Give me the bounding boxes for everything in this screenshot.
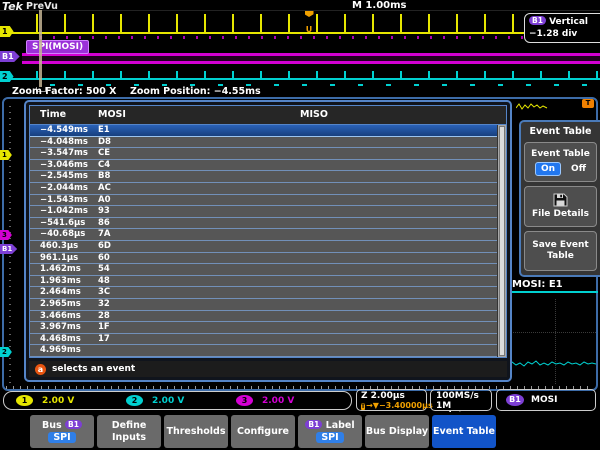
channel-readouts: 1 2.00 V 2 2.00 V 3 2.00 V — [3, 391, 352, 410]
event-row[interactable]: −541.6µs 86 — [30, 217, 498, 230]
event-row[interactable]: −3.046ms C4 — [30, 159, 498, 172]
graticule-vline — [555, 299, 557, 384]
ch2-readout: 2 2.00 V — [126, 395, 236, 406]
vertical-readout-badge: B1 Vertical −1.28 div — [524, 13, 600, 43]
event-row[interactable]: −2.044ms AC — [30, 182, 498, 195]
bottom-menu-bar: Bus B1 SPI Define Inputs Thresholds Conf… — [0, 412, 600, 450]
ch2-trace-ticks — [36, 71, 600, 78]
event-row[interactable]: −40.68µs 7A — [30, 229, 498, 241]
spi-bus-trace — [22, 53, 600, 64]
event-row[interactable]: 4.969ms — [30, 345, 498, 357]
toggle-off[interactable]: Off — [571, 164, 586, 174]
ch3-badge: 3 — [236, 395, 253, 406]
event-row[interactable]: −4.549ms E1 — [30, 125, 498, 137]
event-table-header: Time MOSI MISO — [30, 106, 506, 125]
column-mosi: MOSI — [98, 109, 126, 120]
vertical-value: −1.28 div — [529, 29, 578, 39]
b1-badge: B1 — [506, 394, 524, 406]
event-row[interactable]: −1.042ms 93 — [30, 206, 498, 218]
b1-badge: B1 — [65, 420, 82, 429]
menu-label-button[interactable]: B1 Label SPI — [298, 415, 362, 448]
ch3-trace-dots — [40, 36, 600, 39]
event-row[interactable]: 460.3µs 6D — [30, 240, 498, 253]
table-scrollbar[interactable] — [497, 125, 506, 357]
side-menu: Event Table Event Table On Off File Deta… — [519, 120, 600, 277]
menu-configure-button[interactable]: Configure — [231, 415, 295, 448]
menu-thresholds-button[interactable]: Thresholds — [164, 415, 228, 448]
event-table: Time MOSI MISO −4.549ms E1 −4.048ms D8 −3.54… — [29, 105, 507, 358]
event-row[interactable]: −2.545ms B8 — [30, 171, 498, 183]
save-event-table-button[interactable]: Save Event Table — [524, 230, 597, 271]
b1-badge: B1 — [529, 16, 546, 25]
zoom-left-ruler — [9, 101, 11, 383]
b1-badge: B1 — [305, 420, 323, 429]
zoom-position-readout: Zoom Position: −4.55ms — [130, 86, 261, 97]
event-row[interactable]: 2.464ms 3C — [30, 287, 498, 299]
event-row[interactable]: 4.468ms 17 — [30, 333, 498, 346]
ch1-zoom-trace — [516, 103, 548, 110]
ch2-trace — [8, 78, 600, 80]
menu-bus-button[interactable]: Bus B1 SPI — [30, 415, 94, 448]
column-time: Time — [40, 109, 67, 120]
bus-label: SPI(MOSI) — [26, 40, 90, 54]
trigger-delay-readout: T →▼ −3.40000µs — [361, 401, 433, 410]
bus-decode-readout: MOSI: E1 — [512, 279, 563, 290]
ch2-badge: 2 — [126, 395, 143, 406]
side-menu-title: Event Table — [529, 126, 592, 137]
scrollbar-thumb[interactable] — [499, 126, 505, 356]
dialog-hint-bar: a selects an event — [29, 361, 507, 377]
ch1-trace-spikes — [36, 14, 600, 33]
event-row[interactable]: 961.1µs 60 — [30, 252, 498, 265]
ch3-readout: 3 2.00 V — [236, 395, 346, 406]
menu-define-inputs-button[interactable]: Define Inputs — [97, 415, 161, 448]
bus-decode-underline — [508, 291, 598, 293]
event-row[interactable]: 3.967ms 1F — [30, 322, 498, 334]
acquisition-readout: 100MS/s 1M points — [430, 389, 492, 421]
event-row[interactable]: −4.048ms D8 — [30, 136, 498, 149]
event-row[interactable]: 1.963ms 48 — [30, 275, 498, 288]
floppy-disk-icon — [553, 193, 568, 207]
trigger-flag-icon — [304, 11, 314, 17]
menu-event-table-button[interactable]: Event Table — [432, 415, 496, 448]
event-row[interactable]: 1.462ms 54 — [30, 264, 498, 276]
hint-text: selects an event — [52, 364, 136, 374]
event-table-dialog: Time MOSI MISO −4.549ms E1 −4.048ms D8 −3.54… — [24, 100, 512, 382]
knob-a-icon: a — [35, 363, 46, 375]
file-details-button[interactable]: File Details — [524, 186, 597, 227]
trigger-t-icon: T — [361, 402, 366, 410]
ch1-badge: 1 — [16, 395, 33, 406]
event-row[interactable]: −3.547ms CE — [30, 148, 498, 160]
bus-source-readout: B1 MOSI — [496, 389, 596, 411]
event-row[interactable]: −1.543ms A0 — [30, 194, 498, 207]
overview-waveform-area — [0, 10, 600, 88]
zoom-scale-readout: Z 2.00µs T →▼ −3.40000µs — [356, 389, 433, 411]
event-table-toggle-button[interactable]: Event Table On Off — [524, 142, 597, 183]
ch1-readout: 1 2.00 V — [16, 395, 126, 406]
oscilloscope-screen: Tek PreVu M 1.00ms 1 B1 2 SPI(MOSI) U B1… — [0, 0, 600, 450]
column-miso: MISO — [300, 109, 328, 120]
trigger-position-icon: U — [303, 11, 315, 36]
zoom-trigger-tag: T — [582, 99, 594, 108]
menu-bus-display-button[interactable]: Bus Display — [365, 415, 429, 448]
ch2-zoom-trace — [508, 360, 596, 367]
arrow-icons: →▼ — [366, 401, 379, 410]
zoom-position-cursor[interactable] — [39, 10, 42, 87]
event-row[interactable]: 3.466ms 28 — [30, 310, 498, 323]
event-row[interactable]: 2.965ms 32 — [30, 298, 498, 311]
event-table-rows: −4.549ms E1 −4.048ms D8 −3.547ms CE −3.046ms C4… — [30, 125, 498, 357]
zoom-factor-readout: Zoom Factor: 500 X — [12, 86, 117, 97]
graticule-hline — [510, 332, 596, 334]
toggle-on[interactable]: On — [534, 161, 562, 176]
